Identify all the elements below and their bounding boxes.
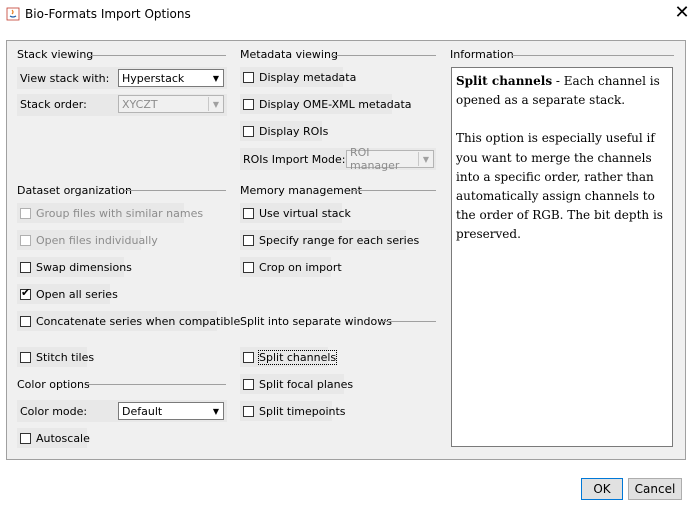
close-icon[interactable]: ✕ (672, 4, 692, 24)
concatenate-series-label: Concatenate series when compatible (36, 314, 241, 328)
checkbox-box (20, 432, 31, 444)
open-all-series-checkbox[interactable]: ✔ Open all series (17, 284, 118, 304)
split-focal-planes-label: Split focal planes (259, 377, 354, 391)
open-all-series-label: Open all series (36, 287, 118, 301)
split-focal-planes-checkbox[interactable]: Split focal planes (240, 374, 353, 394)
checkbox-box (20, 351, 31, 363)
check-mark-icon: ✔ (21, 285, 31, 299)
open-individually-checkbox[interactable]: Open files individually (17, 230, 158, 250)
information-term: Split channels (456, 74, 553, 88)
section-divider (332, 55, 436, 56)
view-stack-value: Hyperstack (122, 71, 185, 85)
virtual-stack-checkbox[interactable]: Use virtual stack (240, 203, 351, 223)
rois-mode-value: ROI manager (350, 146, 400, 172)
section-divider (350, 190, 436, 191)
specify-range-label: Specify range for each series (259, 233, 420, 247)
dataset-organization-header: Dataset organization (17, 184, 132, 197)
checkbox-box: ✔ (20, 285, 31, 300)
display-metadata-checkbox[interactable]: Display metadata (240, 67, 356, 87)
display-rois-label: Display ROIs (259, 124, 329, 138)
stack-viewing-header: Stack viewing (17, 48, 94, 61)
section-divider (512, 55, 674, 56)
split-timepoints-label: Split timepoints (259, 404, 346, 418)
information-text-area: Split channels - Each channel is opened … (451, 67, 673, 447)
virtual-stack-label: Use virtual stack (259, 206, 351, 220)
autoscale-label: Autoscale (36, 431, 90, 445)
checkbox-box (243, 351, 254, 363)
chevron-down-icon: ▼ (212, 73, 220, 83)
section-divider (90, 55, 226, 56)
stack-order-select[interactable]: XYCZT ▼ (118, 95, 224, 113)
display-metadata-label: Display metadata (259, 70, 357, 84)
information-paragraph-2: This option is especially useful if you … (456, 131, 663, 242)
checkbox-box (243, 125, 254, 137)
stitch-tiles-checkbox[interactable]: Stitch tiles (17, 347, 94, 367)
checkbox-box (243, 261, 254, 273)
view-stack-select[interactable]: Hyperstack ▼ (118, 69, 224, 87)
color-mode-label: Color mode: (20, 405, 88, 418)
checkbox-box (20, 315, 31, 327)
cancel-button[interactable]: Cancel (628, 478, 682, 500)
checkbox-box (243, 71, 254, 83)
chevron-down-icon: ▼ (418, 152, 433, 166)
split-channels-checkbox[interactable]: Split channels (240, 347, 338, 367)
chevron-down-icon: ▼ (212, 406, 220, 416)
stack-order-label: Stack order: (20, 98, 87, 111)
swap-dimensions-label: Swap dimensions (36, 260, 132, 274)
chevron-down-icon: ▼ (208, 97, 223, 111)
specify-range-checkbox[interactable]: Specify range for each series (240, 230, 419, 250)
stack-order-value: XYCZT (122, 97, 158, 111)
memory-management-header: Memory management (240, 184, 362, 197)
color-mode-value: Default (122, 404, 163, 418)
swap-dimensions-checkbox[interactable]: Swap dimensions (17, 257, 132, 277)
checkbox-box (243, 405, 254, 417)
display-rois-checkbox[interactable]: Display ROIs (240, 121, 328, 141)
section-divider (124, 190, 226, 191)
information-header: Information (450, 48, 514, 61)
display-omexml-label: Display OME-XML metadata (259, 97, 412, 111)
crop-on-import-checkbox[interactable]: Crop on import (240, 257, 342, 277)
view-stack-label: View stack with: (20, 72, 110, 85)
information-paragraph-1: Split channels - Each channel is opened … (456, 72, 668, 110)
checkbox-box (243, 234, 254, 246)
section-divider (88, 384, 226, 385)
java-app-icon (6, 7, 20, 21)
checkbox-box (243, 207, 254, 219)
display-omexml-checkbox[interactable]: Display OME-XML metadata (240, 94, 412, 114)
rois-mode-label: ROIs Import Mode: (243, 153, 346, 166)
group-files-label: Group files with similar names (36, 206, 204, 220)
split-windows-header: Split into separate windows (240, 315, 392, 328)
color-options-header: Color options (17, 378, 90, 391)
ok-button[interactable]: OK (581, 478, 623, 500)
color-mode-select[interactable]: Default ▼ (118, 402, 224, 420)
split-timepoints-checkbox[interactable]: Split timepoints (240, 401, 346, 421)
title-bar: Bio-Formats Import Options ✕ (0, 0, 694, 30)
stitch-tiles-label: Stitch tiles (36, 350, 95, 364)
checkbox-box (20, 261, 31, 273)
checkbox-box (243, 378, 254, 390)
group-files-checkbox[interactable]: Group files with similar names (17, 203, 203, 223)
concatenate-series-checkbox[interactable]: Concatenate series when compatible (17, 311, 240, 331)
window-title: Bio-Formats Import Options (25, 7, 191, 21)
checkbox-box (20, 207, 31, 219)
open-individually-label: Open files individually (36, 233, 158, 247)
split-channels-label: Split channels (257, 349, 338, 365)
autoscale-checkbox[interactable]: Autoscale (17, 428, 90, 448)
checkbox-box (243, 98, 254, 110)
section-divider (380, 321, 436, 322)
rois-mode-select[interactable]: ROI manager ▼ (346, 146, 434, 172)
crop-on-import-label: Crop on import (259, 260, 342, 274)
metadata-viewing-header: Metadata viewing (240, 48, 338, 61)
checkbox-box (20, 234, 31, 246)
